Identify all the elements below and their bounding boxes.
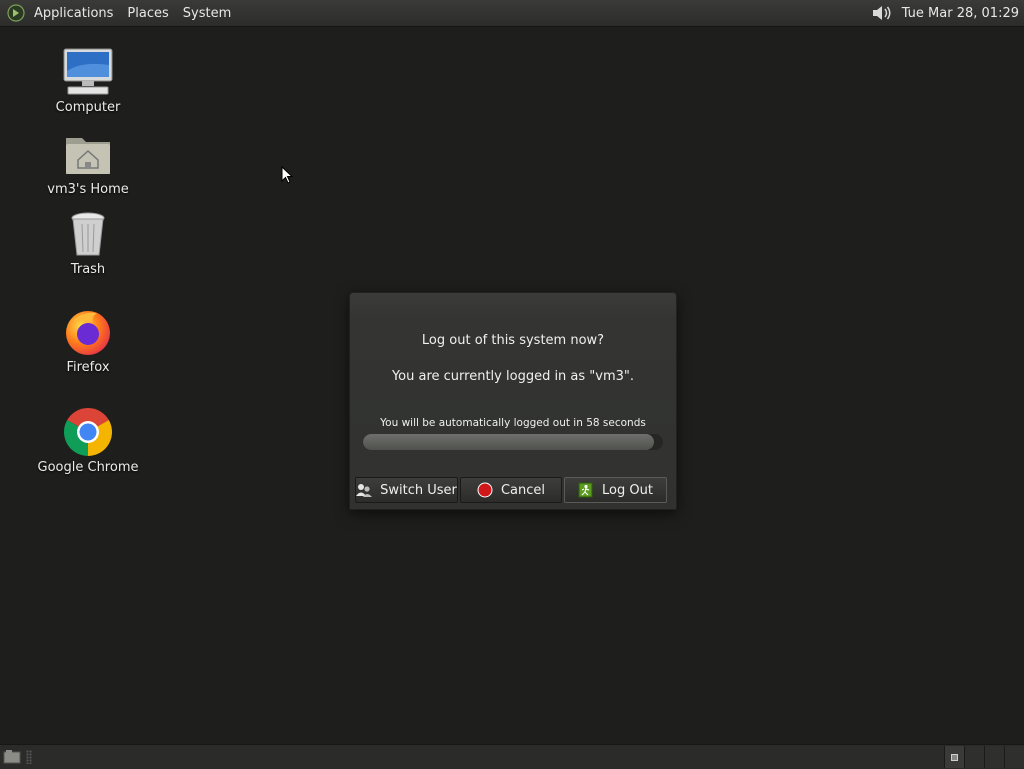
firefox-icon <box>62 306 114 358</box>
desktop-icon-chrome[interactable]: Google Chrome <box>28 406 148 475</box>
desktop-icon-label: Trash <box>70 262 106 277</box>
speaker-icon[interactable] <box>870 3 894 23</box>
workspace-switcher <box>944 745 1024 769</box>
dialog-subtitle: You are currently logged in as "vm3". <box>391 369 635 384</box>
desktop-icon-label: vm3's Home <box>47 182 129 197</box>
top-panel: Applications Places System Tue Mar 28, 0… <box>0 0 1024 27</box>
workspace-1[interactable] <box>944 746 964 768</box>
desktop-icon-home[interactable]: vm3's Home <box>28 128 148 197</box>
workspace-4[interactable] <box>1004 746 1024 768</box>
desktop-icon-label: Firefox <box>66 360 110 375</box>
gnome-foot-icon[interactable] <box>6 3 26 23</box>
logout-countdown: You will be automatically logged out in … <box>380 417 646 429</box>
menu-applications[interactable]: Applications <box>34 6 113 21</box>
desktop-icon-trash[interactable]: Trash <box>28 208 148 277</box>
desktop-icon-label: Google Chrome <box>37 460 139 475</box>
desktop-icon-firefox[interactable]: Firefox <box>28 306 148 375</box>
menu-system[interactable]: System <box>183 6 231 21</box>
exit-door-icon <box>578 482 594 498</box>
logout-dialog: Log out of this system now? You are curr… <box>349 292 677 510</box>
clock[interactable]: Tue Mar 28, 01:29 <box>902 6 1019 21</box>
stop-icon <box>477 482 493 498</box>
desktop-icon-label: Computer <box>55 100 121 115</box>
log-out-label: Log Out <box>602 482 653 498</box>
logout-progress-bar <box>363 434 663 450</box>
menu-places[interactable]: Places <box>127 6 168 21</box>
panel-drag-handle[interactable] <box>26 750 32 764</box>
logout-progress-fill <box>363 434 654 450</box>
workspace-3[interactable] <box>984 746 1004 768</box>
bottom-panel <box>0 744 1024 769</box>
home-folder-icon <box>62 128 114 180</box>
dialog-title: Log out of this system now? <box>421 333 605 348</box>
users-icon <box>356 482 373 498</box>
cancel-label: Cancel <box>500 482 546 498</box>
workspace-2[interactable] <box>964 746 984 768</box>
cancel-button[interactable]: Cancel <box>460 477 562 503</box>
trash-icon <box>62 208 114 260</box>
show-desktop-icon[interactable] <box>3 749 21 765</box>
log-out-button[interactable]: Log Out <box>564 477 667 503</box>
computer-icon <box>62 46 114 98</box>
switch-user-button[interactable]: Switch User <box>355 477 458 503</box>
desktop-icon-computer[interactable]: Computer <box>28 46 148 115</box>
mouse-cursor-icon <box>281 166 293 184</box>
switch-user-label: Switch User <box>380 482 457 498</box>
chrome-icon <box>62 406 114 458</box>
